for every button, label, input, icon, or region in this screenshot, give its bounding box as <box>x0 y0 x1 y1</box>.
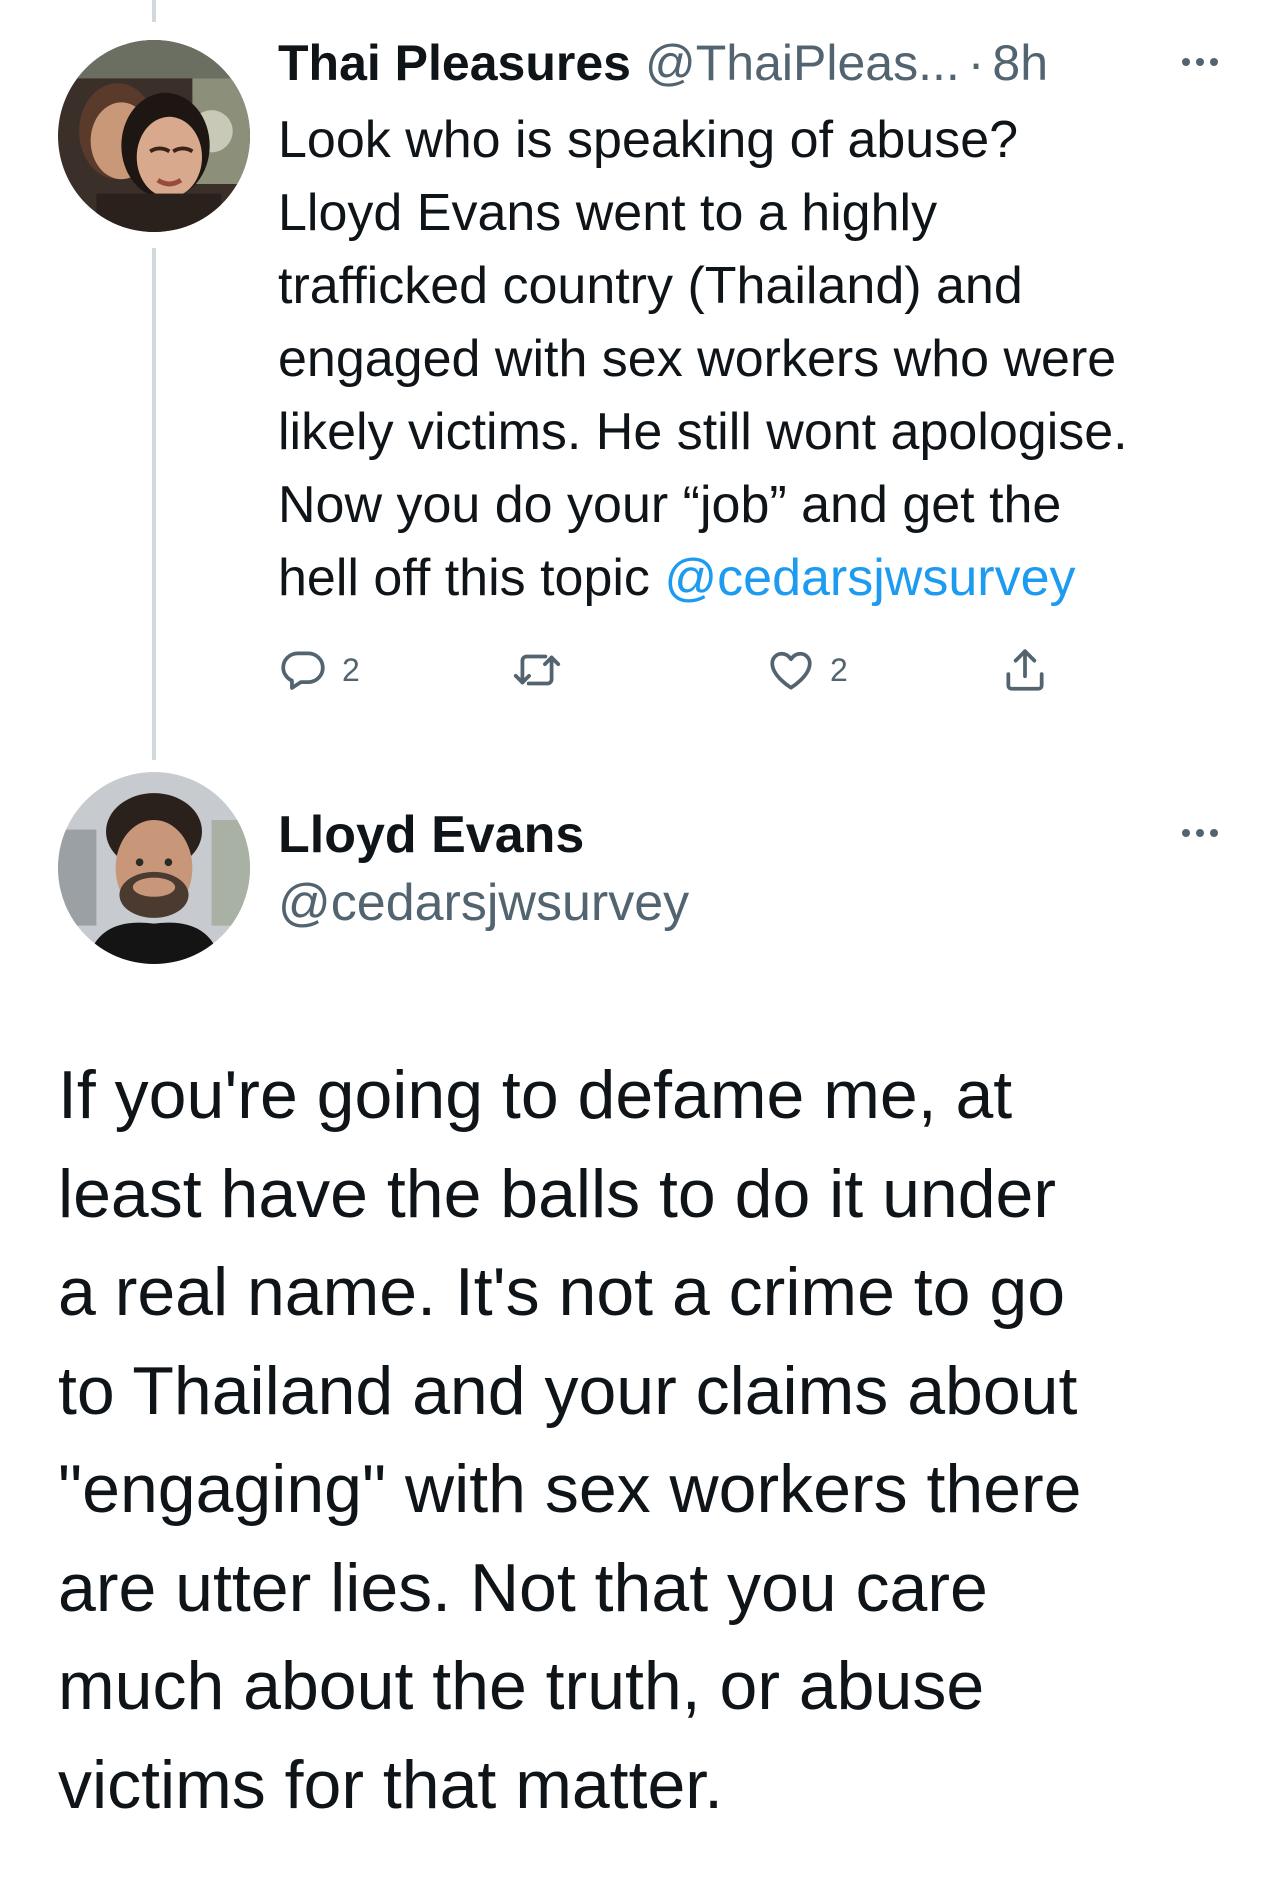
tweet2-body: If you're going to defame me, at least h… <box>58 1046 1238 1834</box>
reply-button[interactable]: 2 <box>278 640 360 700</box>
mention-link[interactable]: @cedarsjwsurvey <box>664 549 1075 607</box>
tweet1-handle[interactable]: @ThaiPleas... <box>645 34 960 92</box>
avatar-photo-couple <box>58 40 250 232</box>
tweet2-handle[interactable]: @cedarsjwsurvey <box>278 868 689 938</box>
tweet2-text-line: victims for that matter. <box>58 1746 724 1823</box>
tweet2-text-line: a real name. It's not a crime to go <box>58 1254 1066 1330</box>
tweet1-timestamp[interactable]: 8h <box>992 34 1048 92</box>
tweet1-separator: · <box>967 35 985 91</box>
tweet2-text-line: If you're going to defame me, at <box>58 1057 1013 1133</box>
tweet1-body: Look who is speaking of abuse? Lloyd Eva… <box>278 104 1238 615</box>
tweet2-display-name[interactable]: Lloyd Evans <box>278 800 584 870</box>
retweet-button[interactable] <box>512 640 562 700</box>
more-dot <box>1182 829 1190 837</box>
more-dot <box>1196 829 1204 837</box>
retweet-icon <box>513 654 561 686</box>
tweet1-header: Thai Pleasures @ThaiPleas... · 8h <box>278 28 1048 98</box>
avatar-photo-man <box>58 772 250 964</box>
tweet1-text-line: Look who is speaking of abuse? <box>278 111 1019 169</box>
more-dots-icon[interactable] <box>1182 829 1218 837</box>
avatar[interactable] <box>58 772 250 964</box>
tweet2-text-line: to Thailand and your claims about <box>58 1352 1078 1429</box>
tweet1-display-name[interactable]: Thai Pleasures <box>278 34 631 92</box>
tweet2-text-line: are utter lies. Not that you care <box>58 1549 988 1626</box>
tweet1-text-line: trafficked country (Thailand) and <box>278 257 1023 315</box>
reply-icon <box>281 651 325 690</box>
more-dot <box>1182 58 1190 66</box>
tweet2-text-line: least have the balls to do it under <box>58 1155 1056 1232</box>
more-dot <box>1210 58 1218 66</box>
tweet2-text-line: much about the truth, or abuse <box>58 1648 985 1724</box>
heart-icon <box>770 651 812 690</box>
share-icon <box>1006 649 1044 691</box>
thread-line-top <box>152 0 156 22</box>
share-button[interactable] <box>1000 640 1050 700</box>
tweet1-text-line: likely victims. He still wont apologise. <box>278 403 1128 461</box>
like-button[interactable]: 2 <box>766 640 848 700</box>
avatar[interactable] <box>58 40 250 232</box>
reply-count: 2 <box>342 651 360 688</box>
tweet2-text-line: "engaging" with sex workers there <box>58 1451 1082 1527</box>
tweet1-text-line: Now you do your “job” and get the <box>278 476 1062 534</box>
thread-connector-line <box>152 248 156 760</box>
tweet1-text-line-last: hell off this topic @cedarsjwsurvey <box>278 542 1238 615</box>
more-dot <box>1196 58 1204 66</box>
tweet1-text-line: hell off this topic <box>278 549 665 607</box>
more-dot <box>1210 829 1218 837</box>
like-count: 2 <box>830 651 848 688</box>
tweet1-action-bar: 2 2 <box>278 640 1068 700</box>
tweet1-text-line: Lloyd Evans went to a highly <box>278 184 938 242</box>
tweet1-text-line: engaged with sex workers who were <box>278 330 1117 388</box>
more-dots-icon[interactable] <box>1182 58 1218 66</box>
